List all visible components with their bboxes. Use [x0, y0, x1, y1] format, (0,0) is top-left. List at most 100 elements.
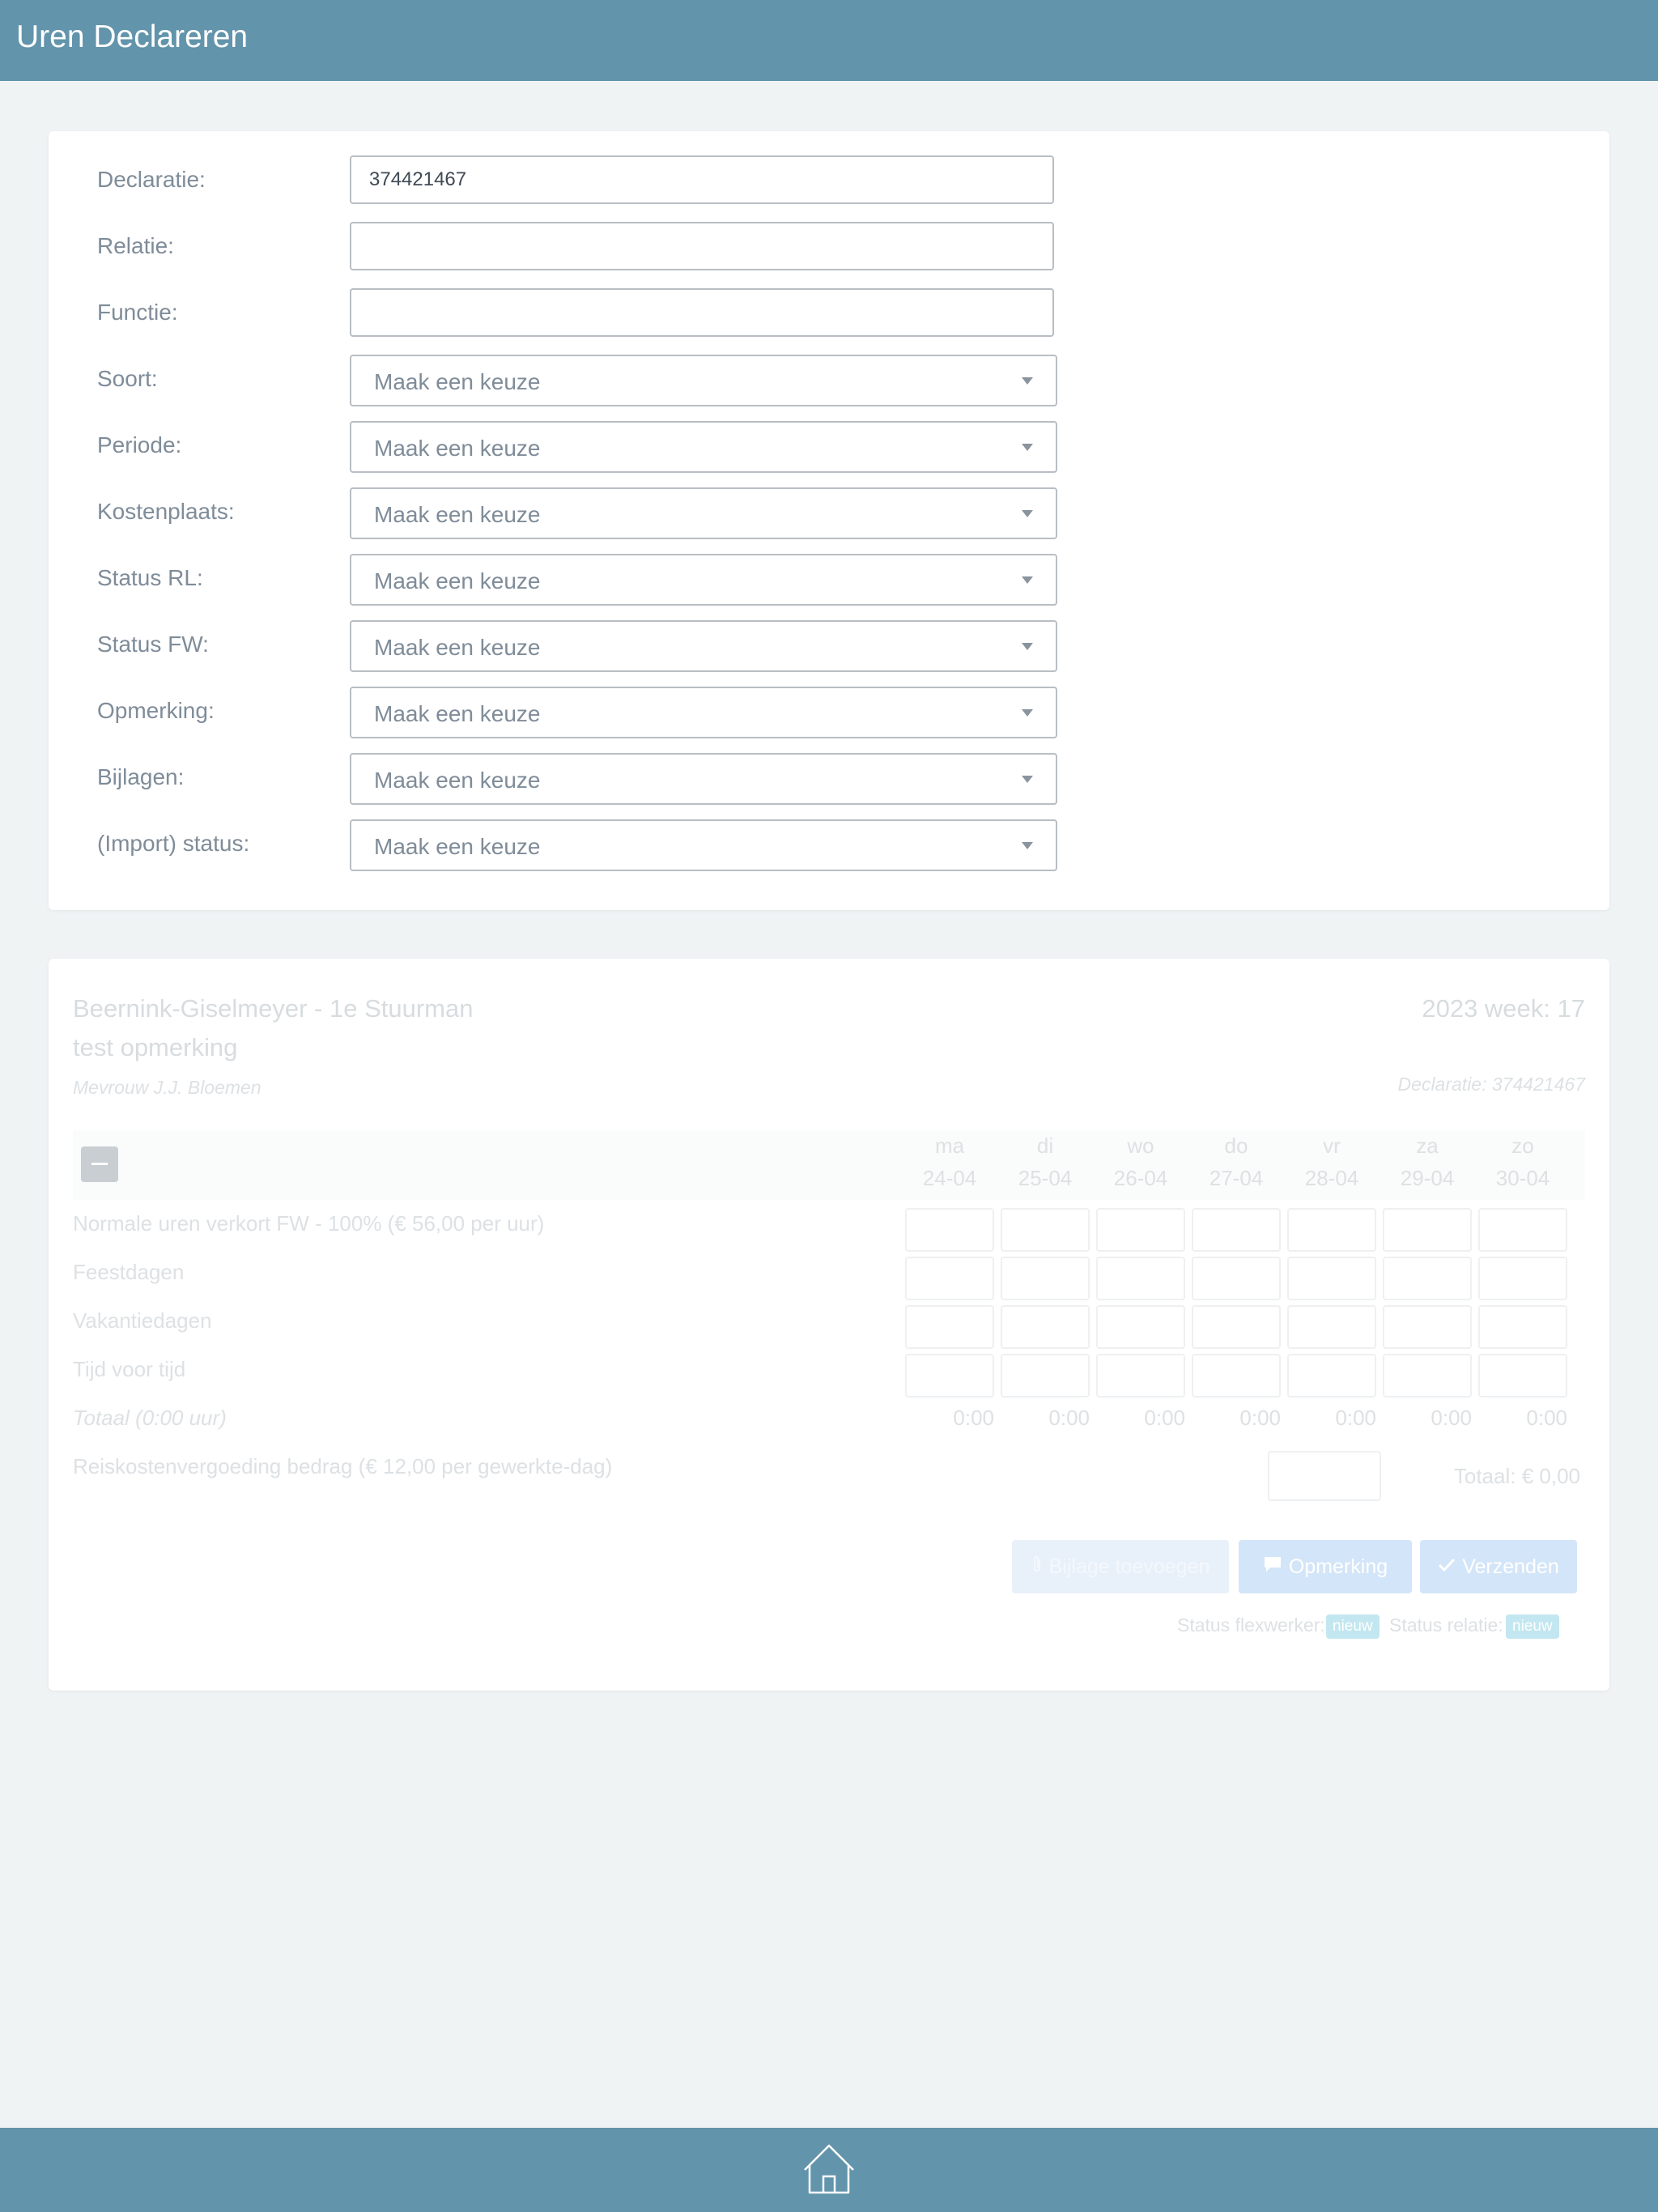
hour-input-cell[interactable] — [1096, 1305, 1185, 1349]
day-total: 0:00 — [953, 1406, 994, 1430]
chevron-down-icon — [1022, 709, 1033, 717]
hour-input-cell[interactable] — [1001, 1257, 1090, 1300]
select-value: Maak een keuze — [374, 834, 541, 859]
hour-input-cell[interactable] — [1383, 1208, 1472, 1252]
hour-input-cell[interactable] — [1287, 1208, 1376, 1252]
top-bar: Uren Declareren — [0, 0, 1658, 81]
status-fw-select[interactable]: Maak een keuze — [350, 620, 1057, 672]
declaration-card: Beernink-Giselmeyer - 1e Stuurman test o… — [49, 959, 1609, 1691]
filter-label: Status RL: — [97, 565, 203, 590]
filter-status-fw: Status FW: Maak een keuze — [49, 620, 1609, 672]
chevron-down-icon — [1022, 510, 1033, 517]
bijlagen-select[interactable]: Maak een keuze — [350, 753, 1057, 805]
hour-input-cell[interactable] — [1383, 1257, 1472, 1300]
hour-input-cell[interactable] — [905, 1208, 994, 1252]
soort-select[interactable]: Maak een keuze — [350, 355, 1057, 406]
select-value: Maak een keuze — [374, 768, 541, 793]
day-date: 24-04 — [922, 1166, 977, 1190]
day-name: zo — [1511, 1134, 1534, 1158]
hour-input-cell[interactable] — [1383, 1305, 1472, 1349]
filter-relatie: Relatie: — [49, 222, 1609, 272]
select-value: Maak een keuze — [374, 369, 541, 394]
add-attachment-button[interactable]: Bijlage toevoegen — [1012, 1540, 1229, 1593]
hour-input-cell[interactable] — [1287, 1257, 1376, 1300]
day-total: 0:00 — [1048, 1406, 1090, 1430]
filter-label: Bijlagen: — [97, 764, 185, 789]
hour-input-cell[interactable] — [905, 1257, 994, 1300]
declaratie-input[interactable] — [350, 155, 1054, 204]
filter-opmerking: Opmerking: Maak een keuze — [49, 687, 1609, 738]
check-icon — [1438, 1540, 1456, 1593]
filter-periode: Periode: Maak een keuze — [49, 421, 1609, 473]
page-title: Uren Declareren — [16, 19, 249, 54]
kostenplaats-select[interactable]: Maak een keuze — [350, 487, 1057, 539]
hour-input-cell[interactable] — [1192, 1354, 1281, 1397]
day-total: 0:00 — [1526, 1406, 1567, 1430]
hour-input-cell[interactable] — [905, 1354, 994, 1397]
hour-input-cell[interactable] — [1192, 1257, 1281, 1300]
hour-input-cell[interactable] — [1001, 1208, 1090, 1252]
travel-amount-input[interactable] — [1268, 1451, 1381, 1501]
day-name: vr — [1323, 1134, 1341, 1158]
day-total: 0:00 — [1239, 1406, 1281, 1430]
remark-label: Opmerking — [1288, 1555, 1388, 1578]
send-button[interactable]: Verzenden — [1420, 1540, 1577, 1593]
hour-input-cell[interactable] — [1287, 1305, 1376, 1349]
import-status-select[interactable]: Maak een keuze — [350, 819, 1057, 871]
hour-input-cell[interactable] — [1001, 1354, 1090, 1397]
hour-input-cell[interactable] — [1287, 1354, 1376, 1397]
day-name: di — [1036, 1134, 1054, 1158]
hour-input-cell[interactable] — [1001, 1305, 1090, 1349]
day-total: 0:00 — [1431, 1406, 1472, 1430]
paperclip-icon — [1031, 1540, 1043, 1593]
declaration-remark: test opmerking — [73, 1033, 238, 1061]
declaration-week: 2023 week: 17 — [1422, 994, 1585, 1023]
periode-select[interactable]: Maak een keuze — [350, 421, 1057, 473]
relatie-input[interactable] — [350, 222, 1054, 270]
hour-input-cell[interactable] — [1478, 1257, 1567, 1300]
hour-input-cell[interactable] — [905, 1305, 994, 1349]
home-icon[interactable] — [801, 2142, 857, 2196]
attach-label: Bijlage toevoegen — [1048, 1555, 1210, 1578]
filter-label: Functie: — [97, 300, 178, 325]
status-relation-label: Status relatie: — [1389, 1614, 1503, 1636]
hour-input-cell[interactable] — [1383, 1354, 1472, 1397]
filter-label: Soort: — [97, 366, 158, 391]
status-rl-select[interactable]: Maak een keuze — [350, 554, 1057, 606]
filter-label: Opmerking: — [97, 698, 215, 723]
functie-input[interactable] — [350, 288, 1054, 337]
chevron-down-icon — [1022, 576, 1033, 584]
remark-button[interactable]: Opmerking — [1239, 1540, 1412, 1593]
day-date: 30-04 — [1495, 1166, 1550, 1190]
hour-input-cell[interactable] — [1478, 1354, 1567, 1397]
select-value: Maak een keuze — [374, 436, 541, 461]
filter-label: Relatie: — [97, 233, 174, 258]
filter-label: Status FW: — [97, 632, 209, 657]
day-name: do — [1224, 1134, 1248, 1158]
hour-input-cell[interactable] — [1096, 1354, 1185, 1397]
filter-status-rl: Status RL: Maak een keuze — [49, 554, 1609, 606]
hour-row-label: Vakantiedagen — [73, 1308, 212, 1333]
collapse-button[interactable] — [81, 1146, 118, 1182]
bottom-bar — [0, 2128, 1658, 2212]
declaration-number: Declaratie: 374421467 — [1397, 1074, 1585, 1095]
day-name: wo — [1127, 1134, 1154, 1158]
hour-input-cell[interactable] — [1096, 1208, 1185, 1252]
hour-input-cell[interactable] — [1478, 1208, 1567, 1252]
hour-input-cell[interactable] — [1478, 1305, 1567, 1349]
filter-functie: Functie: — [49, 288, 1609, 338]
day-date: 28-04 — [1304, 1166, 1359, 1190]
select-value: Maak een keuze — [374, 568, 541, 593]
opmerking-select[interactable]: Maak een keuze — [350, 687, 1057, 738]
hour-input-cell[interactable] — [1096, 1257, 1185, 1300]
travel-total: Totaal: € 0,00 — [1453, 1464, 1580, 1488]
declaration-title: Beernink-Giselmeyer - 1e Stuurman — [73, 994, 474, 1023]
select-value: Maak een keuze — [374, 502, 541, 527]
hour-input-cell[interactable] — [1192, 1208, 1281, 1252]
filter-import-status: (Import) status: Maak een keuze — [49, 819, 1609, 871]
day-date: 25-04 — [1018, 1166, 1073, 1190]
filter-declaratie: Declaratie: — [49, 155, 1609, 206]
hour-row-label: Tijd voor tijd — [73, 1357, 186, 1381]
day-name: ma — [934, 1134, 965, 1158]
hour-input-cell[interactable] — [1192, 1305, 1281, 1349]
